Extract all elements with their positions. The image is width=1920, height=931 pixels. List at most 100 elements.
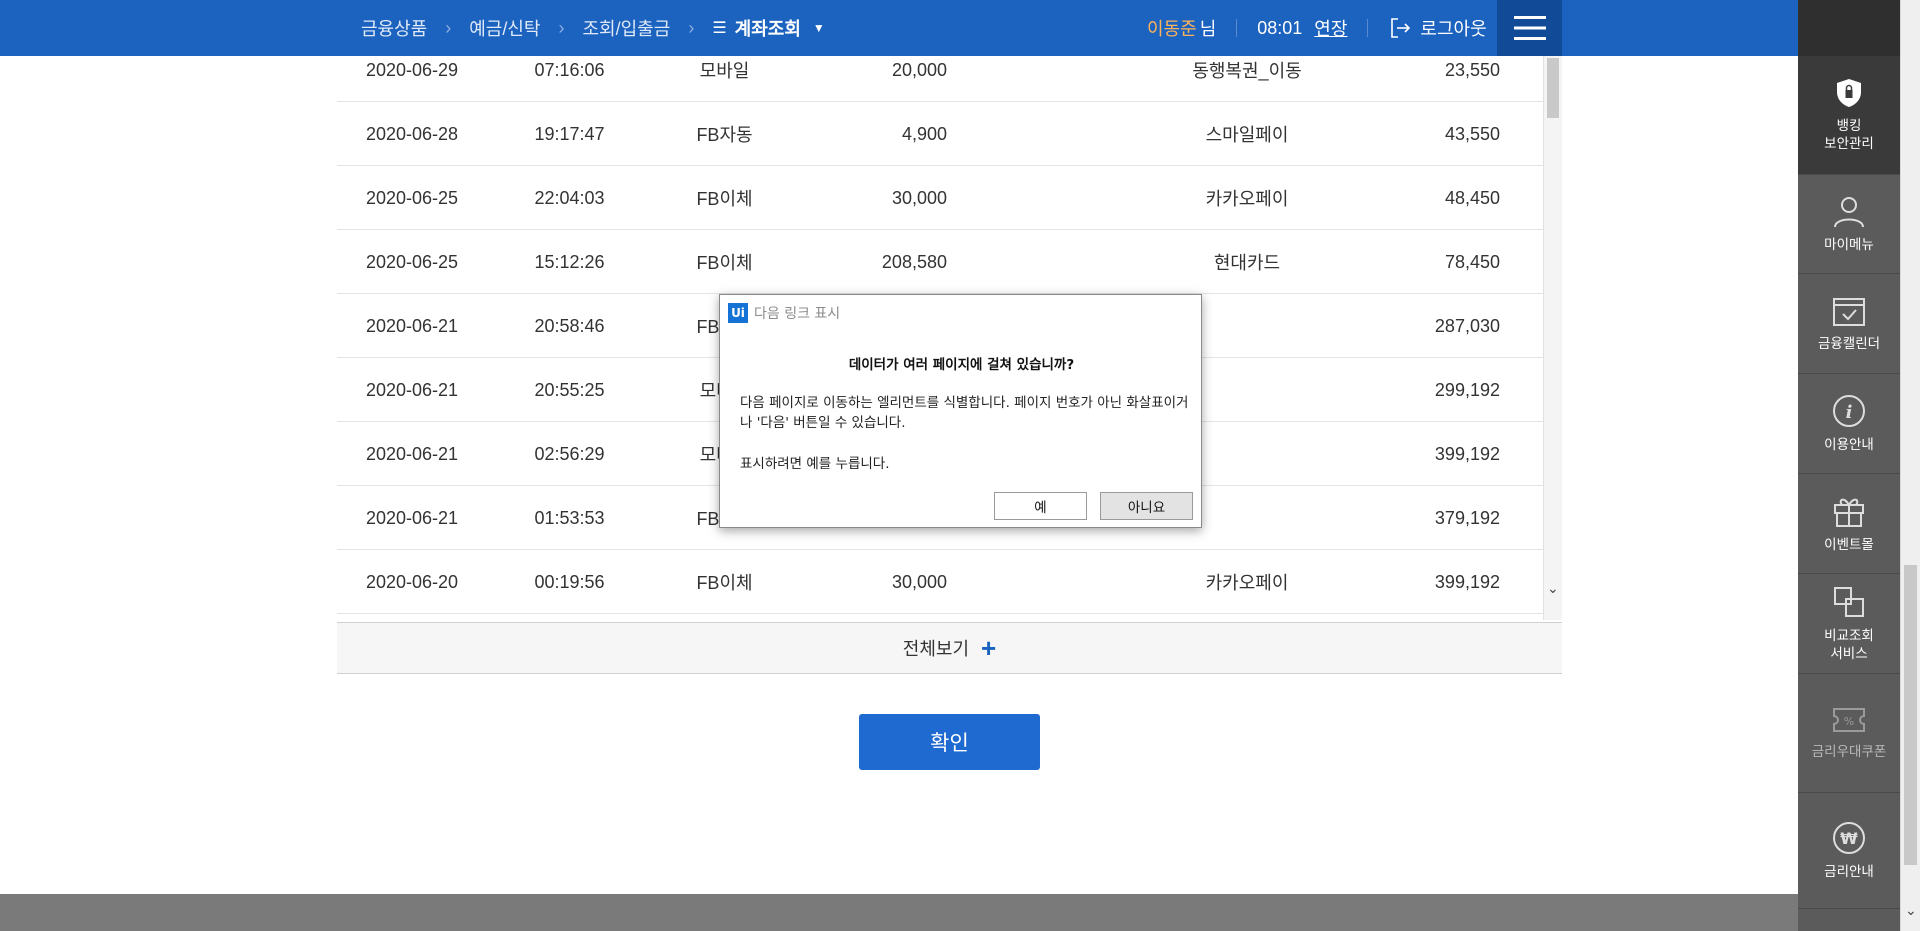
sidebar-item-security[interactable]: 뱅킹 보안관리 xyxy=(1798,56,1900,175)
sidebar-item-label: 이용안내 xyxy=(1824,436,1874,452)
calendar-icon xyxy=(1833,297,1865,326)
row-balance: 287,030 xyxy=(1434,315,1500,336)
sidebar-item-label: 마이메뉴 xyxy=(1824,237,1874,252)
row-date: 2020-06-25 xyxy=(365,251,459,272)
row-time: 19:17:47 xyxy=(534,123,605,144)
dialog-titlebar: Ui 다음 링크 표시 xyxy=(728,303,840,323)
no-button[interactable]: 아니요 xyxy=(1100,492,1193,520)
dialog-note: 표시하려면 예를 누릅니다. xyxy=(740,456,890,472)
row-branch: 한남동 xyxy=(1500,294,1543,358)
sidebar-top xyxy=(1798,0,1900,56)
row-branch: 한남동 xyxy=(1500,550,1543,614)
breadcrumb-item[interactable]: 조회/입출금 xyxy=(583,15,671,41)
scrollbar-thumb[interactable] xyxy=(1547,58,1559,118)
top-header: 금융상품 › 예금/신탁 › 조회/입출금 › ☰ 계좌조회 ▼ 이동준 님 0… xyxy=(0,0,1798,56)
sidebar-item-mymenu[interactable]: 마이메뉴 xyxy=(1798,175,1900,274)
sidebar-item-guide[interactable]: i 이용안내 xyxy=(1798,374,1900,474)
row-branch: 여의대 xyxy=(1500,230,1543,294)
quick-sidebar: 뱅킹 보안관리 마이메뉴 금융캘린더 i 이용안내 이벤트몰 비교조회 서비스 … xyxy=(1798,0,1900,931)
sidebar-item-eventmall[interactable]: 이벤트몰 xyxy=(1798,474,1900,574)
dialog-title: 다음 링크 표시 xyxy=(754,306,841,322)
confirm-button[interactable]: 확인 xyxy=(859,714,1040,770)
list-icon: ☰ xyxy=(712,20,727,37)
hamburger-menu-button[interactable] xyxy=(1497,0,1562,56)
next-link-dialog: Ui 다음 링크 표시 데이터가 여러 페이지에 걸쳐 있습니까? 다음 페이지… xyxy=(719,294,1202,528)
uipath-logo-icon: Ui xyxy=(728,303,748,323)
extend-session-link[interactable]: 연장 xyxy=(1314,15,1347,41)
sidebar-item-label: 비교조회 서비스 xyxy=(1824,627,1874,661)
person-icon xyxy=(1834,197,1864,228)
row-type: FB이체 xyxy=(696,573,753,593)
row-branch: 논현BC xyxy=(1500,102,1543,166)
caret-down-icon: ▼ xyxy=(812,21,825,35)
table-row[interactable]: 2020-06-2522:04:03FB이체30,000카카오페이48,450한… xyxy=(337,166,1543,230)
breadcrumb-current[interactable]: ☰ 계좌조회 ▼ xyxy=(712,15,824,41)
sidebar-item-coupon[interactable]: % 금리우대쿠폰 xyxy=(1798,674,1900,793)
hamburger-icon xyxy=(1513,16,1546,40)
row-type: FB자동 xyxy=(696,125,753,145)
row-balance: 43,550 xyxy=(1444,123,1500,144)
breadcrumb-item[interactable]: 예금/신탁 xyxy=(469,15,540,41)
row-amount: 30,000 xyxy=(891,187,947,208)
won-icon: ₩ xyxy=(1833,821,1865,854)
table-row[interactable]: 2020-06-2515:12:26FB이체208,580현대카드78,450여… xyxy=(337,230,1543,294)
row-type: 모바일 xyxy=(699,61,750,81)
page-scrollbar[interactable]: ⌄ xyxy=(1900,0,1920,931)
row-time: 20:55:25 xyxy=(534,379,605,400)
view-all-button[interactable]: 전체보기 + xyxy=(337,622,1562,674)
sidebar-item-label: 뱅킹 보안관리 xyxy=(1824,118,1874,151)
divider xyxy=(1236,19,1238,37)
table-row[interactable]: 2020-06-20 00:19:56 FB이체 30,000 카카오페이 399,192… xyxy=(337,550,1543,614)
chevron-down-icon[interactable]: ⌄ xyxy=(1905,902,1917,919)
chevron-down-icon[interactable]: ⌄ xyxy=(1547,580,1559,597)
row-date: 2020-06-20 xyxy=(365,571,459,592)
row-balance: 379,192 xyxy=(1434,507,1500,528)
row-branch: 교대역 xyxy=(1500,358,1543,422)
chevron-right-icon: › xyxy=(558,17,565,38)
user-name: 이동준 xyxy=(1147,19,1197,39)
row-branch: 교대역 xyxy=(1500,56,1543,102)
plus-icon: + xyxy=(981,633,997,663)
row-date: 2020-06-21 xyxy=(365,443,459,464)
row-date: 2020-06-21 xyxy=(365,315,459,336)
row-date: 2020-06-29 xyxy=(365,59,459,80)
row-amount: 208,580 xyxy=(881,251,947,272)
row-type: FB이체 xyxy=(696,253,753,273)
shield-icon xyxy=(1837,79,1861,107)
row-balance: 48,450 xyxy=(1444,187,1500,208)
user-box: 이동준 님 08:01 연장 로그아웃 xyxy=(1147,0,1487,56)
table-scrollbar[interactable]: ⌄ xyxy=(1543,56,1562,620)
breadcrumb-item[interactable]: 금융상품 xyxy=(361,15,427,41)
row-branch: 한남동 xyxy=(1500,166,1543,230)
sidebar-item-rate[interactable]: ₩ 금리안내 xyxy=(1798,793,1900,909)
sidebar-item-calendar[interactable]: 금융캘린더 xyxy=(1798,274,1900,374)
table-row[interactable]: 2020-06-2819:17:47FB자동4,900스마일페이43,550논현… xyxy=(337,102,1543,166)
row-amount: 20,000 xyxy=(891,59,947,80)
yes-button[interactable]: 예 xyxy=(994,492,1087,520)
row-date: 2020-06-25 xyxy=(365,187,459,208)
session-timer: 08:01 xyxy=(1257,17,1303,38)
row-date: 2020-06-21 xyxy=(365,507,459,528)
breadcrumb-current-label: 계좌조회 xyxy=(734,19,801,39)
sidebar-item-compare[interactable]: 비교조회 서비스 xyxy=(1798,574,1900,674)
row-balance: 78,450 xyxy=(1444,251,1500,272)
chevron-right-icon: › xyxy=(688,17,695,38)
gift-icon xyxy=(1834,498,1864,527)
sidebar-item-label: 이벤트몰 xyxy=(1824,536,1874,552)
row-balance: 23,550 xyxy=(1444,59,1500,80)
row-time: 00:19:56 xyxy=(534,571,605,592)
svg-text:%: % xyxy=(1844,715,1854,728)
breadcrumb: 금융상품 › 예금/신탁 › 조회/입출금 › ☰ 계좌조회 ▼ xyxy=(361,0,825,56)
row-amount: 30,000 xyxy=(891,571,947,592)
scrollbar-thumb[interactable] xyxy=(1904,565,1917,865)
dialog-heading: 데이터가 여러 페이지에 걸쳐 있습니까? xyxy=(848,357,1075,373)
table-row[interactable]: 2020-06-29 07:16:06 모바일 20,000 동행복권_이동 23,550… xyxy=(337,56,1543,102)
row-balance: 399,192 xyxy=(1434,443,1500,464)
dialog-body: 다음 페이지로 이동하는 엘리먼트를 식별합니다. 페이지 번호가 아닌 화살표… xyxy=(740,395,1189,431)
compare-icon xyxy=(1834,586,1864,617)
row-date: 2020-06-28 xyxy=(365,123,459,144)
sidebar-item-label: 금융캘린더 xyxy=(1817,335,1881,351)
info-icon: i xyxy=(1833,394,1865,427)
logout-button[interactable]: 로그아웃 xyxy=(1388,15,1487,41)
chevron-right-icon: › xyxy=(445,17,452,38)
